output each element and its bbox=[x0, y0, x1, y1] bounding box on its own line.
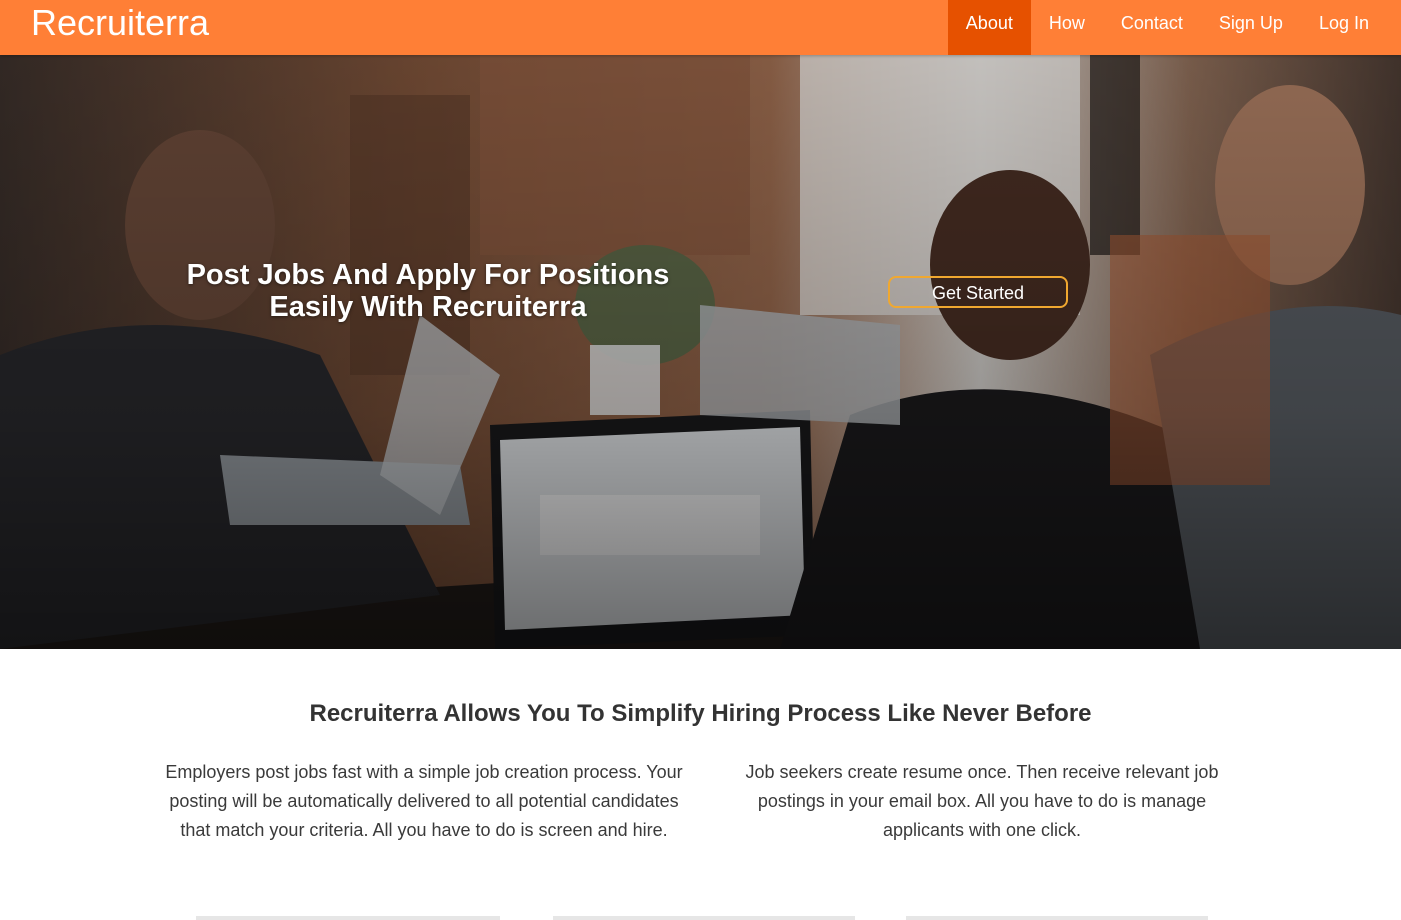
feature-card-1 bbox=[196, 916, 500, 920]
hero-headline: Post Jobs And Apply For Positions Easily… bbox=[186, 259, 670, 323]
feature-card-2 bbox=[553, 916, 855, 920]
employers-description: Employers post jobs fast with a simple j… bbox=[165, 762, 683, 840]
seekers-description: Job seekers create resume once. Then rec… bbox=[745, 762, 1219, 840]
nav-item-about[interactable]: About bbox=[947, 0, 1031, 55]
nav-item-how[interactable]: How bbox=[1031, 0, 1103, 55]
intro-heading: Recruiterra Allows You To Simplify Hirin… bbox=[309, 700, 1092, 727]
top-navbar: Recruiterra About How Contact Sign Up Lo… bbox=[0, 0, 1401, 55]
brand-logo[interactable]: Recruiterra bbox=[31, 3, 209, 43]
feature-card-3 bbox=[906, 916, 1208, 920]
nav-item-contact[interactable]: Contact bbox=[1103, 0, 1201, 55]
get-started-button[interactable]: Get Started bbox=[888, 276, 1068, 308]
hero-background-photo bbox=[0, 55, 1401, 649]
nav-menu: About How Contact Sign Up Log In bbox=[947, 0, 1401, 55]
nav-item-sign-up[interactable]: Sign Up bbox=[1201, 0, 1301, 55]
hero-section: Post Jobs And Apply For Positions Easily… bbox=[0, 55, 1401, 649]
nav-item-log-in[interactable]: Log In bbox=[1301, 0, 1401, 55]
